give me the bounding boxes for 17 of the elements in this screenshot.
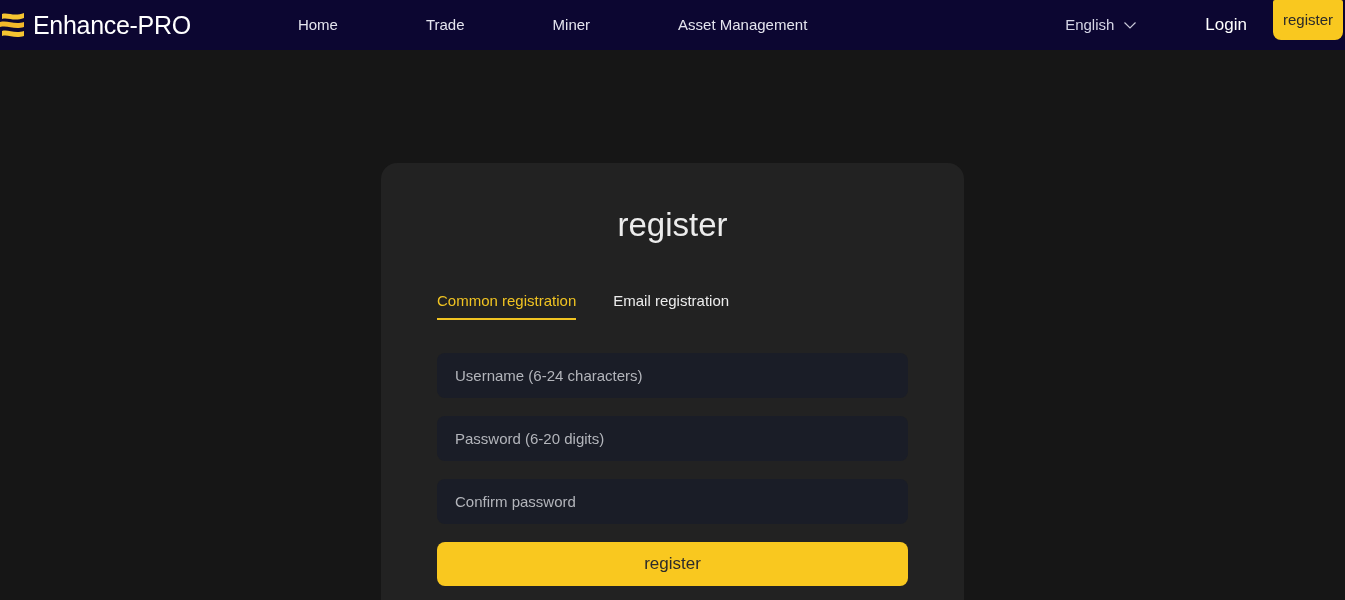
login-link[interactable]: Login (1205, 12, 1247, 38)
chevron-down-icon (1124, 21, 1137, 29)
input-field[interactable]: Confirm password (437, 479, 908, 524)
language-selector[interactable]: English (1065, 13, 1137, 37)
nav-link[interactable]: Miner (552, 13, 591, 37)
input-field[interactable]: Username (6-24 characters) (437, 353, 908, 398)
logo-text[interactable]: Enhance-PRO (33, 12, 191, 38)
form-title: register (616, 205, 729, 245)
logo-icon (0, 11, 26, 39)
nav-link[interactable]: Trade (425, 13, 465, 37)
registration-tab[interactable]: Common registration (437, 292, 577, 320)
register-button[interactable]: register (1272, 0, 1343, 40)
nav-link[interactable]: Asset Management (678, 13, 808, 37)
nav-link[interactable]: Home (297, 13, 338, 37)
input-field[interactable]: Password (6-20 digits) (437, 416, 908, 461)
registration-tab[interactable]: Email registration (613, 292, 730, 320)
register-submit-button[interactable]: register (437, 542, 908, 586)
